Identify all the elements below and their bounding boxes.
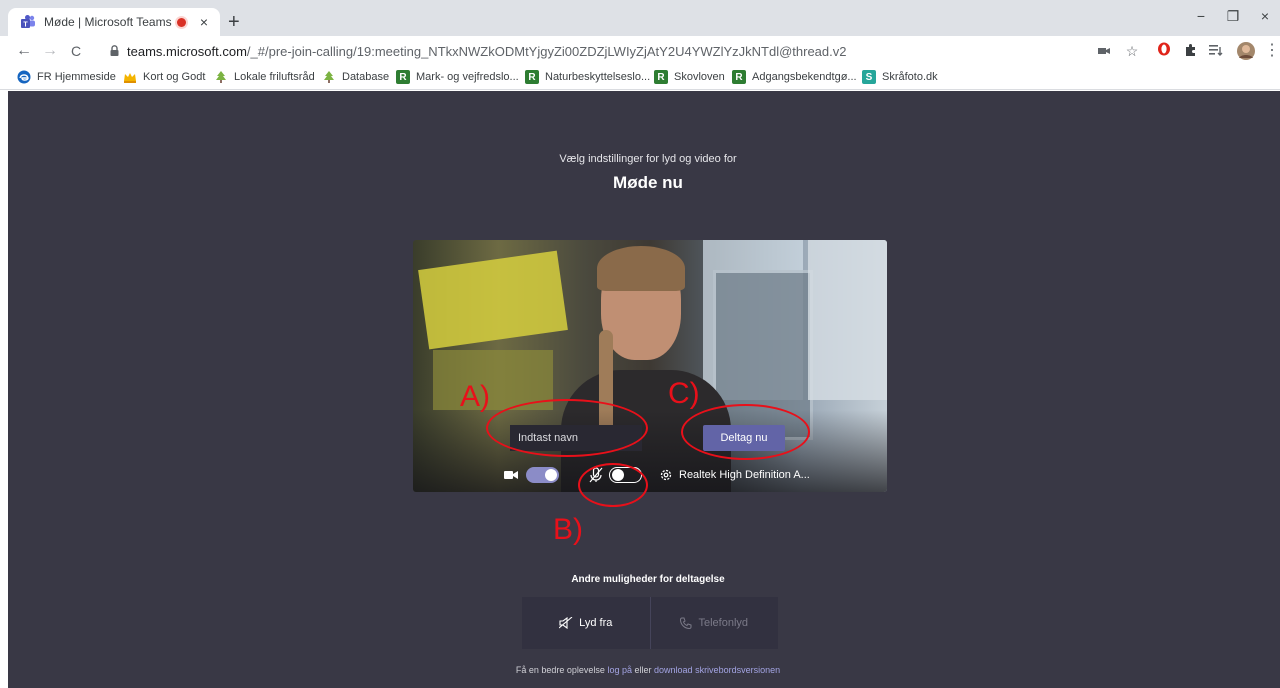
bookmark-label: Naturbeskyttelseslo...	[545, 71, 651, 83]
reading-list-icon[interactable]	[1206, 42, 1226, 60]
window-restore-button[interactable]: ❐	[1218, 8, 1248, 25]
phone-icon	[680, 617, 692, 629]
footer-text: Få en bedre oplevelse log på eller downl…	[0, 665, 1280, 675]
footer-prefix: Få en bedre oplevelse	[515, 665, 605, 675]
video-preview: Deltag nu Realtek High Definition A...	[413, 240, 887, 492]
retsinformation-icon: R	[396, 70, 410, 84]
browser-tab-teams[interactable]: T Møde | Microsoft Teams ×	[8, 8, 220, 36]
window-close-button[interactable]: ×	[1250, 8, 1280, 24]
annotation-ellipse-a	[486, 399, 648, 457]
bookmark-label: FR Hjemmeside	[37, 71, 116, 83]
preview-background	[418, 250, 568, 350]
bookmark-label: Mark- og vejfredslo...	[416, 71, 519, 83]
url-path: /_#/pre-join-calling/19:meeting_NTkxNWZk…	[246, 44, 847, 59]
opera-icon[interactable]	[1154, 42, 1174, 60]
browser-toolbar: ← → C teams.microsoft.com/_#/pre-join-ca…	[0, 36, 1280, 66]
bookmark-label: Skovloven	[674, 71, 725, 83]
profile-avatar[interactable]	[1236, 42, 1256, 64]
bookmark-mark-og-vejfredslov[interactable]: R Mark- og vejfredslo...	[396, 70, 519, 84]
new-tab-button[interactable]: +	[228, 12, 240, 32]
bookmark-label: Database	[342, 71, 390, 83]
edge-icon	[17, 70, 31, 84]
bookmark-skovloven[interactable]: R Skovloven	[654, 70, 725, 84]
other-join-options: Lyd fra Telefonlyd	[522, 597, 778, 649]
media-controls: Realtek High Definition A...	[413, 464, 887, 486]
tab-close-button[interactable]: ×	[196, 14, 212, 30]
address-bar[interactable]: teams.microsoft.com/_#/pre-join-calling/…	[127, 44, 846, 59]
camera-icon[interactable]	[1094, 42, 1114, 60]
forward-button[interactable]: →	[40, 42, 60, 60]
recording-indicator-icon	[177, 17, 186, 27]
bookmark-adgangsbekendtgoerelse[interactable]: R Adgangsbekendtgø...	[732, 70, 857, 84]
back-button[interactable]: ←	[14, 42, 34, 60]
reload-button[interactable]: C	[66, 42, 86, 60]
browser-tabstrip: T Møde | Microsoft Teams × + − ❐ ×	[0, 0, 1280, 36]
star-icon[interactable]: ☆	[1122, 42, 1142, 60]
annotation-ellipse-c	[681, 404, 810, 460]
other-options-title: Andre muligheder for deltagelse	[571, 574, 725, 585]
phone-audio-option[interactable]: Telefonlyd	[651, 597, 779, 649]
annotation-label-a: A)	[460, 380, 490, 413]
extensions-icon[interactable]	[1180, 42, 1200, 60]
crown-icon	[124, 73, 136, 83]
bookmark-kort-og-godt[interactable]: Kort og Godt	[123, 70, 205, 84]
meeting-title: Møde nu	[613, 173, 683, 192]
audio-device-selector[interactable]: Realtek High Definition A...	[679, 469, 810, 481]
annotation-ellipse-b	[578, 463, 648, 507]
prejoin-subtitle: Vælg indstillinger for lyd og video for	[559, 153, 737, 165]
bookmark-database[interactable]: Database	[322, 70, 389, 84]
tree-icon	[216, 71, 226, 83]
bookmark-lokale-friluftsraad[interactable]: Lokale friluftsråd	[214, 70, 315, 84]
tab-title: Møde | Microsoft Teams	[44, 15, 172, 29]
retsinformation-icon: R	[654, 70, 668, 84]
teams-icon: T	[21, 15, 35, 29]
skraafoto-icon: S	[862, 70, 876, 84]
tree-icon	[324, 71, 334, 83]
speaker-off-icon	[559, 617, 573, 629]
retsinformation-icon: R	[525, 70, 539, 84]
phone-audio-label: Telefonlyd	[698, 617, 749, 629]
bookmark-skraafoto[interactable]: S Skråfoto.dk	[862, 70, 938, 84]
svg-text:T: T	[23, 22, 28, 29]
download-desktop-link[interactable]: download skrivebordsversionen	[654, 665, 780, 675]
lock-icon	[110, 45, 119, 56]
login-link[interactable]: log på	[607, 665, 632, 675]
camera-toggle[interactable]	[526, 467, 559, 483]
gear-icon[interactable]	[659, 468, 673, 482]
audio-off-option[interactable]: Lyd fra	[522, 597, 651, 649]
bookmark-label: Lokale friluftsråd	[234, 71, 315, 83]
bookmark-label: Kort og Godt	[143, 71, 206, 83]
retsinformation-icon: R	[732, 70, 746, 84]
url-host: teams.microsoft.com	[127, 44, 247, 59]
bookmark-naturbeskyttelseslov[interactable]: R Naturbeskyttelseslo...	[525, 70, 650, 84]
annotation-label-b: B)	[553, 513, 583, 546]
browser-menu-icon[interactable]: ⋮	[1262, 42, 1280, 60]
preview-background	[808, 240, 887, 400]
audio-off-label: Lyd fra	[579, 617, 613, 629]
bookmark-label: Skråfoto.dk	[882, 71, 938, 83]
footer-or: eller	[634, 665, 652, 675]
annotation-label-c: C)	[668, 377, 700, 410]
bookmarks-bar: FR Hjemmeside Kort og Godt Lokale friluf…	[0, 66, 1280, 90]
teams-prejoin-screen: Vælg indstillinger for lyd og video for …	[8, 91, 1280, 688]
camera-icon	[504, 471, 518, 479]
bookmark-label: Adgangsbekendtgø...	[752, 71, 857, 83]
window-minimize-button[interactable]: −	[1186, 8, 1216, 24]
bookmark-fr-hjemmeside[interactable]: FR Hjemmeside	[17, 70, 116, 84]
